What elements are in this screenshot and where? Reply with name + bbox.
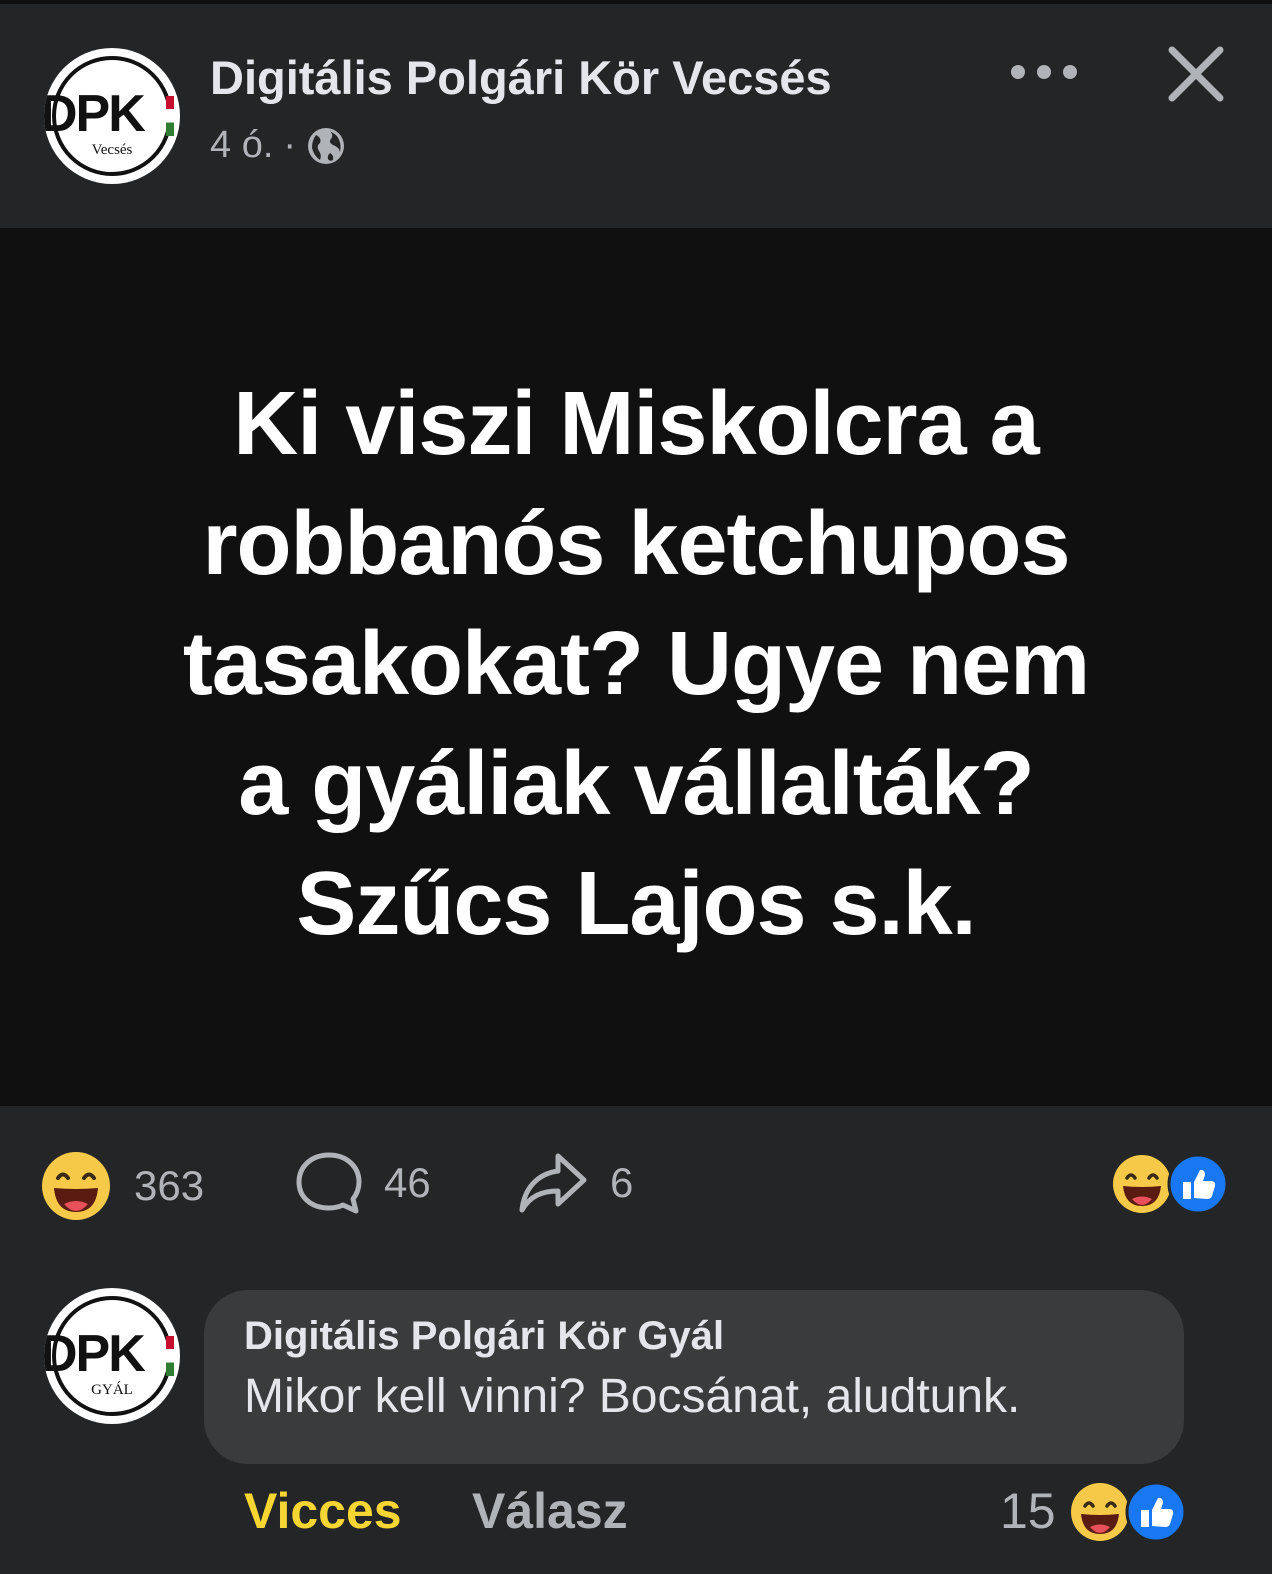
post-text-line: robbanós ketchupos xyxy=(202,494,1070,594)
avatar-flag xyxy=(166,96,174,136)
post-text-line: Szűcs Lajos s.k. xyxy=(296,854,976,954)
haha-reaction-icon xyxy=(1071,1483,1129,1541)
comment-reaction-icons[interactable] xyxy=(1070,1482,1186,1542)
post-text-line: a gyáliak vállalták? xyxy=(238,734,1035,834)
haha-reaction-icon xyxy=(1113,1155,1171,1213)
meta-separator: · xyxy=(283,124,297,166)
comment-bubble[interactable]: Digitális Polgári Kör Gyál Mikor kell vi… xyxy=(204,1290,1184,1464)
avatar-brand-text: DPK xyxy=(44,1325,146,1383)
page-avatar[interactable]: DPK Vecsés xyxy=(44,48,180,184)
comment-text: Mikor kell vinni? Bocsánat, aludtunk. xyxy=(244,1370,1021,1423)
comment-reaction-button[interactable]: Vicces xyxy=(244,1482,402,1540)
post-image[interactable]: Ki viszi Miskolcra a robbanós ketchupos … xyxy=(0,228,1272,1106)
comment-author[interactable]: Digitális Polgári Kör Gyál xyxy=(244,1314,1144,1359)
reaction-count-button[interactable]: 363 xyxy=(40,1150,204,1222)
like-reaction-icon xyxy=(1167,1154,1228,1214)
avatar-sub-text: GYÁL xyxy=(91,1382,133,1398)
comment-icon xyxy=(296,1152,362,1214)
share-icon xyxy=(519,1153,587,1213)
reaction-count: 363 xyxy=(134,1162,205,1209)
share-count: 6 xyxy=(610,1159,634,1206)
avatar-sub-text: Vecsés xyxy=(91,142,133,158)
comment-count: 46 xyxy=(384,1159,431,1206)
comment-reply-button[interactable]: Válasz xyxy=(472,1482,628,1540)
post-text-line: tasakokat? Ugye nem xyxy=(182,614,1090,714)
haha-reaction-icon xyxy=(42,1152,110,1220)
more-options-icon[interactable] xyxy=(1008,52,1080,92)
post-time[interactable]: 4 ó. xyxy=(210,124,273,167)
comment-count-button[interactable]: 46 xyxy=(294,1150,431,1216)
post-meta: 4 ó. · xyxy=(210,124,346,167)
post-image-text: Ki viszi Miskolcra a robbanós ketchupos … xyxy=(86,364,1186,964)
avatar-brand-text: DPK xyxy=(44,85,146,143)
share-count-button[interactable]: 6 xyxy=(518,1150,633,1216)
commenter-avatar[interactable]: DPK GYÁL xyxy=(44,1288,180,1424)
avatar-flag xyxy=(166,1336,174,1376)
comment-reaction-count: 15 xyxy=(1000,1483,1056,1539)
reaction-summary-icons[interactable] xyxy=(1112,1154,1228,1214)
like-reaction-icon xyxy=(1125,1482,1186,1542)
post-text-line: Ki viszi Miskolcra a xyxy=(233,374,1039,474)
page-name-link[interactable]: Digitális Polgári Kör Vecsés xyxy=(210,50,832,105)
close-icon[interactable] xyxy=(1164,42,1228,106)
globe-icon xyxy=(308,127,345,164)
top-divider xyxy=(0,0,1272,4)
